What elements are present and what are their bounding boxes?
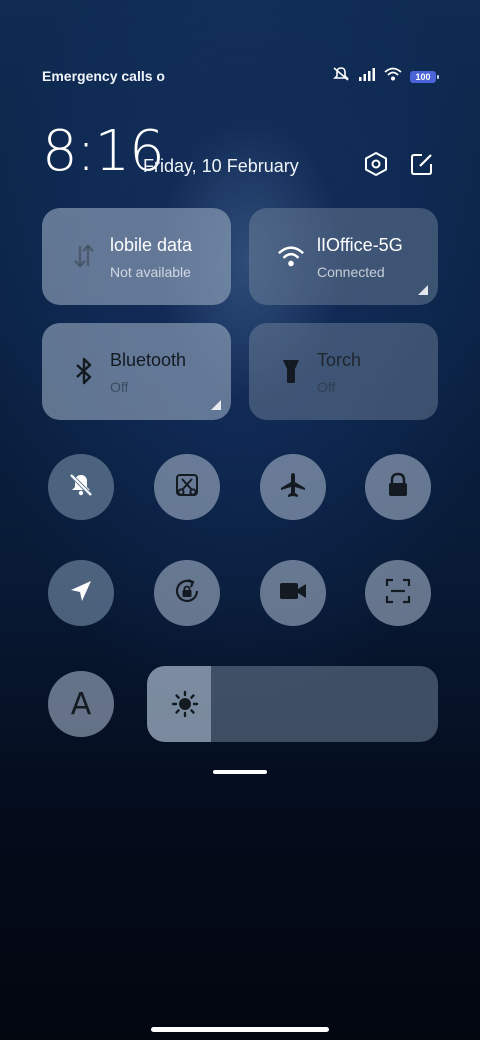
panel-drag-handle[interactable] (213, 770, 267, 774)
torch-icon (277, 357, 305, 385)
wifi-icon (277, 242, 305, 270)
airplane-icon (279, 471, 307, 504)
rotation-lock-icon (172, 576, 202, 611)
mobile-data-tile[interactable]: lobile data Not available (42, 208, 231, 305)
mute-icon (332, 66, 350, 87)
bluetooth-expand-indicator[interactable] (211, 400, 221, 410)
brightness-slider[interactable] (147, 666, 438, 742)
video-camera-icon (278, 579, 308, 608)
sun-icon (171, 690, 199, 718)
auto-brightness-label: A (70, 686, 92, 722)
wifi-status: Connected (317, 264, 385, 280)
mobile-data-status: Not available (110, 264, 191, 280)
wifi-tile[interactable]: lIOffice-5G Connected (249, 208, 438, 305)
silent-mode-toggle[interactable] (48, 454, 114, 520)
airplane-mode-toggle[interactable] (260, 454, 326, 520)
mobile-data-title: lobile data (110, 235, 193, 255)
bell-off-icon (67, 471, 95, 504)
status-icons: 100 (332, 66, 439, 87)
bluetooth-icon (70, 357, 98, 385)
torch-tile[interactable]: Torch Off (249, 323, 438, 420)
lock-icon (384, 471, 412, 504)
wifi-expand-indicator[interactable] (418, 285, 428, 295)
screen-recorder-toggle[interactable] (260, 560, 326, 626)
mobile-data-arrows-icon (70, 242, 98, 270)
battery-icon: 100 (410, 70, 439, 83)
scissors-icon (173, 471, 201, 504)
bluetooth-status: Off (110, 379, 129, 395)
wifi-title: lIOffice-5G (317, 235, 403, 255)
bluetooth-title: Bluetooth (110, 350, 187, 370)
settings-hexagon-icon[interactable] (362, 150, 390, 178)
status-carrier-text: Emergency calls o (42, 68, 165, 84)
scan-frame-icon (384, 577, 412, 610)
location-arrow-icon (67, 577, 95, 610)
lock-screen-toggle[interactable] (365, 454, 431, 520)
auto-brightness-toggle[interactable]: A (48, 671, 114, 737)
bluetooth-tile[interactable]: Bluetooth Off (42, 323, 231, 420)
date[interactable]: Friday, 10 February (143, 156, 299, 177)
torch-status: Off (317, 379, 336, 395)
location-toggle[interactable] (48, 560, 114, 626)
signal-icon (358, 67, 376, 86)
screenshot-toggle[interactable] (154, 454, 220, 520)
home-gesture-bar[interactable] (151, 1027, 329, 1032)
scanner-toggle[interactable] (365, 560, 431, 626)
rotation-lock-toggle[interactable] (154, 560, 220, 626)
torch-title: Torch (317, 350, 362, 370)
edit-icon[interactable] (408, 150, 436, 178)
wifi-status-icon (384, 67, 402, 86)
